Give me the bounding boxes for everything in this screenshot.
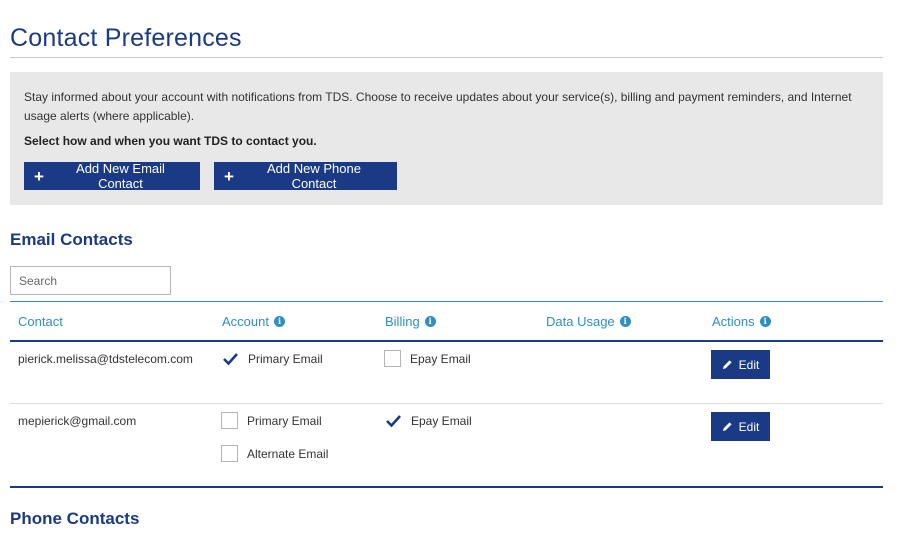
email-contacts-title: Email Contacts xyxy=(10,230,133,249)
option-label: Primary Email xyxy=(248,351,323,366)
contact-email: mepierick@gmail.com xyxy=(18,414,137,428)
check-icon xyxy=(386,415,401,428)
info-icon[interactable]: i xyxy=(424,316,436,327)
check-icon xyxy=(223,353,238,366)
table-header-top-rule xyxy=(10,301,883,302)
intro-text: Stay informed about your account with no… xyxy=(24,90,852,123)
option-label: Primary Email xyxy=(247,413,322,428)
account-primary-email-option[interactable]: Primary Email xyxy=(221,412,322,429)
add-email-contact-button[interactable]: + Add New Email Contact xyxy=(24,161,200,191)
edit-label: Edit xyxy=(738,419,760,434)
column-header-account: Account i xyxy=(222,314,285,329)
checkbox[interactable] xyxy=(221,412,238,429)
plus-icon: + xyxy=(224,166,234,186)
page-title: Contact Preferences xyxy=(10,24,242,52)
pencil-icon xyxy=(722,422,732,431)
info-icon[interactable]: i xyxy=(759,316,771,327)
column-header-contact: Contact xyxy=(18,314,63,329)
column-header-billing: Billing i xyxy=(385,314,436,329)
info-icon[interactable]: i xyxy=(273,316,285,327)
add-phone-contact-label: Add New Phone Contact xyxy=(266,161,361,191)
title-divider xyxy=(10,57,883,58)
search-input[interactable] xyxy=(10,266,171,295)
option-label: Epay Email xyxy=(411,413,472,428)
edit-button[interactable]: Edit xyxy=(711,412,770,441)
column-header-actions: Actions i xyxy=(712,314,771,329)
checkbox[interactable] xyxy=(221,445,238,462)
intro-panel: Stay informed about your account with no… xyxy=(10,72,883,205)
info-icon[interactable]: i xyxy=(619,316,631,327)
row-divider xyxy=(10,403,883,404)
column-header-data-usage: Data Usage i xyxy=(546,314,631,329)
billing-epay-email-option[interactable]: Epay Email xyxy=(385,412,472,429)
column-header-label: Data Usage xyxy=(546,314,615,329)
column-header-label: Actions xyxy=(712,314,755,329)
add-phone-contact-button[interactable]: + Add New Phone Contact xyxy=(214,161,397,191)
edit-label: Edit xyxy=(738,357,760,372)
contact-email: pierick.melissa@tdstelecom.com xyxy=(18,352,193,366)
plus-icon: + xyxy=(34,166,44,186)
option-label: Epay Email xyxy=(410,351,471,366)
checkbox[interactable] xyxy=(384,350,401,367)
billing-epay-email-option[interactable]: Epay Email xyxy=(384,350,471,367)
edit-button[interactable]: Edit xyxy=(711,350,770,379)
column-header-label: Contact xyxy=(18,314,63,329)
table-bottom-rule xyxy=(10,486,883,488)
pencil-icon xyxy=(722,360,732,369)
phone-contacts-title: Phone Contacts xyxy=(10,509,140,528)
table-header-bottom-rule xyxy=(10,340,883,342)
add-email-contact-label: Add New Email Contact xyxy=(76,161,165,191)
account-primary-email-option[interactable]: Primary Email xyxy=(222,350,323,367)
intro-prompt: Select how and when you want TDS to cont… xyxy=(24,134,317,148)
account-alternate-email-option[interactable]: Alternate Email xyxy=(221,445,328,462)
option-label: Alternate Email xyxy=(247,446,329,461)
column-header-label: Account xyxy=(222,314,269,329)
column-header-label: Billing xyxy=(385,314,420,329)
